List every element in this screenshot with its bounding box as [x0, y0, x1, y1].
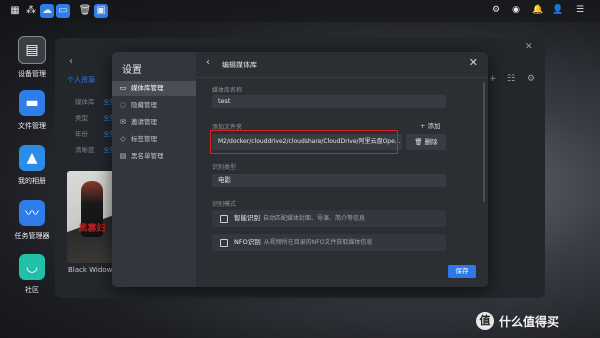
- sidebar-item-label: 标签管理: [131, 135, 157, 143]
- mode-name: 智能识别: [234, 214, 260, 222]
- dock-item-album[interactable]: ▲ 我的相册: [10, 145, 54, 186]
- filter-icon[interactable]: ☷: [507, 74, 515, 84]
- dock-item-task-manager[interactable]: 〰 任务管理器: [10, 200, 54, 241]
- sidebar-item-label: 媒体库管理: [131, 84, 164, 92]
- edit-library-panel: ‹ 编辑媒体库 ✕ 媒体库名称 test 添加文件夹 + 添加 M2/docke…: [196, 52, 488, 287]
- sidebar-item-blacklist[interactable]: ▤ 黑名单管理: [112, 149, 196, 164]
- user-icon[interactable]: ◉: [510, 4, 522, 16]
- bell-icon[interactable]: 🔔: [532, 4, 544, 16]
- share-icon[interactable]: ⁂: [24, 4, 38, 18]
- community-icon: ◡: [19, 254, 45, 280]
- mode-option-nfo[interactable]: NFO识别 从视频所在目录的NFO文件获取媒体信息: [212, 234, 446, 251]
- filter-label: 年份: [75, 130, 88, 138]
- settings-icon[interactable]: ⚙: [527, 74, 535, 84]
- dock-label: 文件管理: [18, 122, 46, 130]
- add-icon[interactable]: +: [489, 74, 497, 84]
- delete-button-label: 删除: [424, 138, 438, 146]
- add-folder-button[interactable]: + 添加: [420, 120, 441, 130]
- sidebar-item-hide[interactable]: ◌ 隐藏管理: [112, 98, 196, 113]
- close-icon[interactable]: ✕: [525, 42, 533, 52]
- sidebar-item-library[interactable]: ▭ 媒体库管理: [112, 81, 196, 96]
- panel-title: 编辑媒体库: [222, 61, 257, 69]
- filter-label: 类型: [75, 114, 88, 122]
- back-icon[interactable]: ‹: [69, 56, 73, 67]
- checkbox[interactable]: [220, 238, 228, 247]
- poster-title: 黑寡妇: [78, 224, 106, 234]
- dock-item-community[interactable]: ◡ 社区: [10, 254, 54, 295]
- watermark-text: 什么值得买: [499, 314, 560, 329]
- dock-label: 任务管理器: [14, 232, 50, 240]
- trash-icon[interactable]: 🗑: [78, 4, 92, 18]
- hide-icon: ◌: [119, 101, 127, 109]
- recognition-type-select[interactable]: 电影: [212, 174, 446, 187]
- dock-label: 社区: [25, 286, 39, 294]
- album-icon: ▲: [19, 145, 45, 171]
- watermark-badge: 值: [476, 312, 494, 330]
- dock-label: 设备管理: [18, 70, 46, 78]
- person-icon[interactable]: 👤: [552, 4, 564, 16]
- dock-item-file-manager[interactable]: ▬ 文件管理: [10, 90, 54, 131]
- cloud-icon[interactable]: ☁: [40, 4, 54, 18]
- mode-name: NFO识别: [234, 238, 261, 246]
- mode-desc: 从视频所在目录的NFO文件获取媒体信息: [263, 239, 373, 246]
- dock-label: 我的相册: [18, 177, 46, 185]
- add-folder-button-label: 添加: [427, 122, 441, 130]
- dock-item-device-manager[interactable]: ▤ 设备管理: [10, 36, 54, 79]
- recognition-type-label: 识别类型: [212, 164, 237, 171]
- sidebar-item-label: 黑名单管理: [131, 152, 164, 160]
- library-name-input[interactable]: test: [212, 95, 446, 108]
- window-icon[interactable]: ▭: [56, 4, 70, 18]
- panel-header: ‹ 编辑媒体库 ✕: [196, 52, 488, 78]
- system-taskbar: ▦ ⁂ ☁ ▭ 🗑 ▣ ⚙ ◉ 🔔 👤 ☰: [0, 0, 600, 22]
- plus-icon: +: [420, 122, 426, 130]
- poster-caption: Black Widow: [68, 266, 113, 274]
- folder-row: M2/docker/clouddrive2/cloudshare/CloudDr…: [210, 130, 446, 154]
- save-button[interactable]: 保存: [448, 265, 476, 278]
- grid-icon[interactable]: ▦: [8, 4, 22, 18]
- task-manager-icon: 〰: [19, 200, 45, 226]
- sidebar-item-label: 隐藏管理: [131, 101, 157, 109]
- close-icon[interactable]: ✕: [469, 56, 478, 69]
- settings-dialog: 设置 ▭ 媒体库管理 ◌ 隐藏管理 ✉ 邀请管理 ◇ 标签管理 ▤ 黑名单管理 ‹ 编辑媒…: [112, 52, 488, 287]
- filter-label: 清晰度: [75, 146, 95, 154]
- recognition-mode-label: 识别模式: [212, 201, 237, 208]
- library-icon: ▭: [119, 84, 127, 92]
- menu-icon[interactable]: ☰: [574, 4, 586, 16]
- highlight-box: [210, 130, 398, 154]
- back-icon[interactable]: ‹: [206, 57, 210, 68]
- settings-sidebar: 设置 ▭ 媒体库管理 ◌ 隐藏管理 ✉ 邀请管理 ◇ 标签管理 ▤ 黑名单管理: [112, 52, 196, 287]
- checkbox[interactable]: [220, 214, 228, 223]
- sidebar-item-label: 邀请管理: [131, 118, 157, 126]
- trash-icon: 🗑: [414, 138, 423, 146]
- movie-poster[interactable]: 黑寡妇: [67, 171, 117, 263]
- tag-icon: ◇: [120, 135, 126, 143]
- settings-title: 设置: [122, 65, 142, 76]
- mode-desc: 自动匹配媒体封面、导演、简介等信息: [263, 215, 366, 222]
- invite-icon: ✉: [120, 118, 126, 126]
- device-manager-icon: ▤: [18, 36, 46, 64]
- settings-icon[interactable]: ⚙: [490, 4, 502, 16]
- site-watermark: 值 什么值得买: [476, 312, 559, 330]
- tab-personal-resources[interactable]: 个人资源: [67, 75, 95, 85]
- photo-icon[interactable]: ▣: [94, 4, 108, 18]
- sidebar-item-invite[interactable]: ✉ 邀请管理: [112, 115, 196, 130]
- filter-label: 媒体库: [75, 98, 95, 106]
- file-manager-icon: ▬: [19, 90, 45, 116]
- scrollbar[interactable]: [483, 82, 485, 202]
- blacklist-icon: ▤: [119, 152, 127, 160]
- library-name-label: 媒体库名称: [212, 87, 243, 94]
- mode-option-smart[interactable]: 智能识别 自动匹配媒体封面、导演、简介等信息: [212, 210, 446, 227]
- sidebar-item-tag[interactable]: ◇ 标签管理: [112, 132, 196, 147]
- delete-folder-button[interactable]: 🗑 删除: [406, 134, 446, 150]
